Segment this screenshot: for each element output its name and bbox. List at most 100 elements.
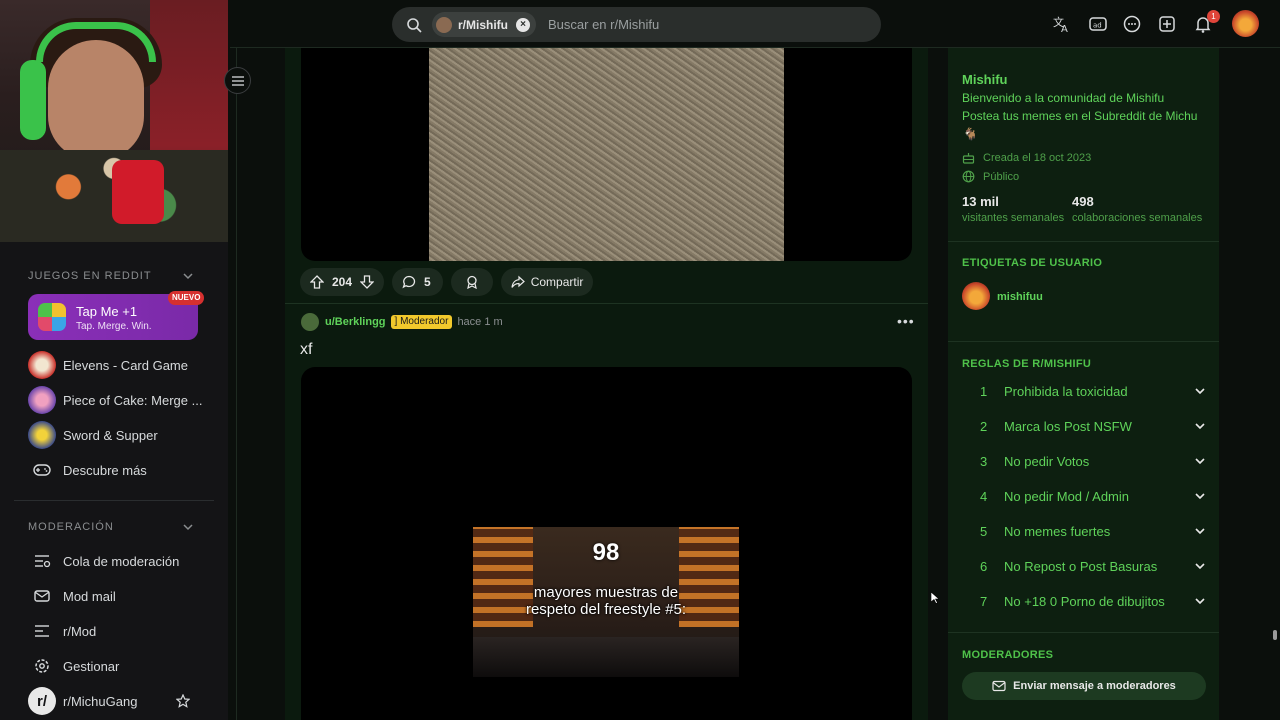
user-flair-title: ETIQUETAS DE USUARIO (962, 257, 1103, 269)
rule-number: 6 (980, 558, 988, 574)
more-options-icon[interactable]: ••• (897, 313, 915, 329)
rule-item[interactable]: 1 Prohibida la toxicidad (962, 376, 1206, 406)
community-name: Mishifu (962, 72, 1008, 87)
rule-item[interactable]: 6 No Repost o Post Basuras (962, 551, 1206, 581)
sidebar-item-piece-of-cake[interactable]: Piece of Cake: Merge ... (28, 386, 202, 414)
rule-number: 7 (980, 593, 988, 609)
thumbnail-number: 98 (592, 539, 620, 566)
sidebar-item-label: r/MichuGang (63, 693, 138, 709)
rule-text: No +18 0 Porno de dibujitos (1004, 593, 1165, 609)
sidebar-divider (236, 48, 237, 720)
visitors-value: 13 mil (962, 194, 999, 209)
menu-toggle-button[interactable] (224, 67, 251, 94)
sidebar-divider (948, 241, 1219, 242)
award-button[interactable] (450, 268, 493, 296)
contrib-value: 498 (1072, 194, 1094, 209)
rule-item[interactable]: 3 No pedir Votos (962, 446, 1206, 476)
chevron-down-icon (1195, 563, 1205, 570)
scrollbar-thumb[interactable] (1273, 630, 1277, 640)
sidebar-item-elevens[interactable]: Elevens - Card Game (28, 351, 188, 379)
search-input[interactable]: Buscar en r/Mishifu (548, 17, 659, 32)
user-avatar[interactable] (1232, 10, 1259, 37)
visitors-label: visitantes semanales (962, 212, 1065, 224)
rule-item[interactable]: 4 No pedir Mod / Admin (962, 481, 1206, 511)
moderators-title: MODERADORES (962, 649, 1054, 661)
rule-item[interactable]: 5 No memes fuertes (962, 516, 1206, 546)
sword-game-icon (28, 421, 56, 449)
promo-title: Tap Me +1 (76, 304, 138, 319)
sidebar-item-manage[interactable]: Gestionar (28, 652, 119, 680)
message-mods-button[interactable]: Enviar mensaje a moderadores (962, 672, 1206, 700)
mail-icon (28, 582, 56, 610)
chevron-down-icon[interactable] (182, 521, 194, 533)
sidebar-item-sword-supper[interactable]: Sword & Supper (28, 421, 158, 449)
create-post-icon[interactable] (1156, 13, 1178, 35)
clear-chip-icon[interactable]: × (516, 17, 530, 32)
rule-item[interactable]: 7 No +18 0 Porno de dibujitos (962, 586, 1206, 616)
elevens-game-icon (28, 351, 56, 379)
games-section-title[interactable]: JUEGOS EN REDDIT (28, 270, 152, 282)
thumbnail-caption: mayores muestras de respeto del freestyl… (473, 584, 739, 618)
upvote-icon[interactable] (310, 275, 324, 289)
rule-item[interactable]: 2 Marca los Post NSFW (962, 411, 1206, 441)
sidebar-item-mod-mail[interactable]: Mod mail (28, 582, 116, 610)
sidebar-item-r-mod[interactable]: r/Mod (28, 617, 96, 645)
rule-text: No memes fuertes (1004, 523, 1111, 539)
globe-icon (962, 170, 975, 183)
new-badge: NUEVO (168, 291, 205, 305)
search-bar[interactable]: r/Mishifu × Buscar en r/Mishifu (392, 7, 881, 42)
ad-icon[interactable]: ad (1087, 13, 1109, 35)
rule-text: Prohibida la toxicidad (1004, 383, 1128, 399)
share-button[interactable]: Compartir (500, 268, 594, 296)
post-title[interactable]: xf (300, 341, 312, 359)
subreddit-chip-label: r/Mishifu (458, 17, 508, 32)
comment-count: 5 (424, 275, 431, 289)
sidebar-item-label: Cola de moderación (63, 553, 180, 569)
rule-number: 2 (980, 418, 988, 434)
search-icon (407, 17, 422, 33)
sidebar-item-label: Sword & Supper (63, 427, 158, 443)
webcam-overlay (0, 0, 228, 242)
post-divider (285, 303, 928, 304)
promo-subtitle: Tap. Merge. Win. (76, 321, 152, 332)
author-link[interactable]: u/Berklingg (325, 316, 386, 328)
user-flair: ] Moderador (390, 315, 453, 329)
rule-text: No pedir Mod / Admin (1004, 488, 1130, 504)
sidebar-item-label: Piece of Cake: Merge ... (63, 392, 203, 408)
vote-control: 204 (300, 268, 385, 296)
downvote-icon[interactable] (360, 275, 375, 289)
gamepad-icon (28, 456, 56, 484)
chevron-down-icon[interactable] (182, 270, 194, 282)
rule-text: No Repost o Post Basuras (1004, 558, 1158, 574)
comments-button[interactable]: 5 (392, 268, 443, 296)
community-desc-1: Bienvenido a la comunidad de Mishifu (962, 91, 1165, 105)
share-icon (511, 275, 525, 288)
chevron-down-icon (1195, 528, 1205, 535)
flair-username[interactable]: mishifuu (997, 291, 1043, 303)
chat-icon[interactable] (1121, 13, 1143, 35)
post-media[interactable] (301, 48, 912, 261)
author-avatar[interactable] (301, 313, 319, 331)
translate-icon[interactable]: 文A (1051, 13, 1073, 35)
sidebar-item-michugang[interactable]: r/ r/MichuGang (28, 687, 137, 715)
rule-text: Marca los Post NSFW (1004, 418, 1132, 434)
sidebar-item-discover[interactable]: Descubre más (28, 456, 147, 484)
sidebar-item-label: Descubre más (63, 462, 147, 478)
sidebar-item-label: Mod mail (63, 588, 116, 604)
comment-icon (402, 275, 416, 289)
post-video[interactable]: 98 mayores muestras de respeto del frees… (301, 367, 912, 720)
star-icon[interactable] (176, 694, 190, 708)
cursor-icon (931, 592, 939, 604)
sidebar-item-mod-queue[interactable]: Cola de moderación (28, 547, 179, 575)
visibility: Público (983, 171, 1020, 183)
video-thumbnail[interactable]: 98 mayores muestras de respeto del frees… (473, 527, 739, 677)
rule-text: No pedir Votos (1004, 453, 1090, 469)
rule-number: 5 (980, 523, 988, 539)
queue-icon (28, 547, 56, 575)
community-desc-2: Postea tus memes en el Subreddit de Mich… (962, 109, 1198, 123)
subreddit-chip[interactable]: r/Mishifu × (432, 12, 536, 37)
game-tile-icon (38, 303, 66, 331)
flair-avatar[interactable] (962, 282, 990, 310)
moderation-section-title[interactable]: MODERACIÓN (28, 521, 114, 533)
svg-text:A: A (1061, 24, 1068, 34)
